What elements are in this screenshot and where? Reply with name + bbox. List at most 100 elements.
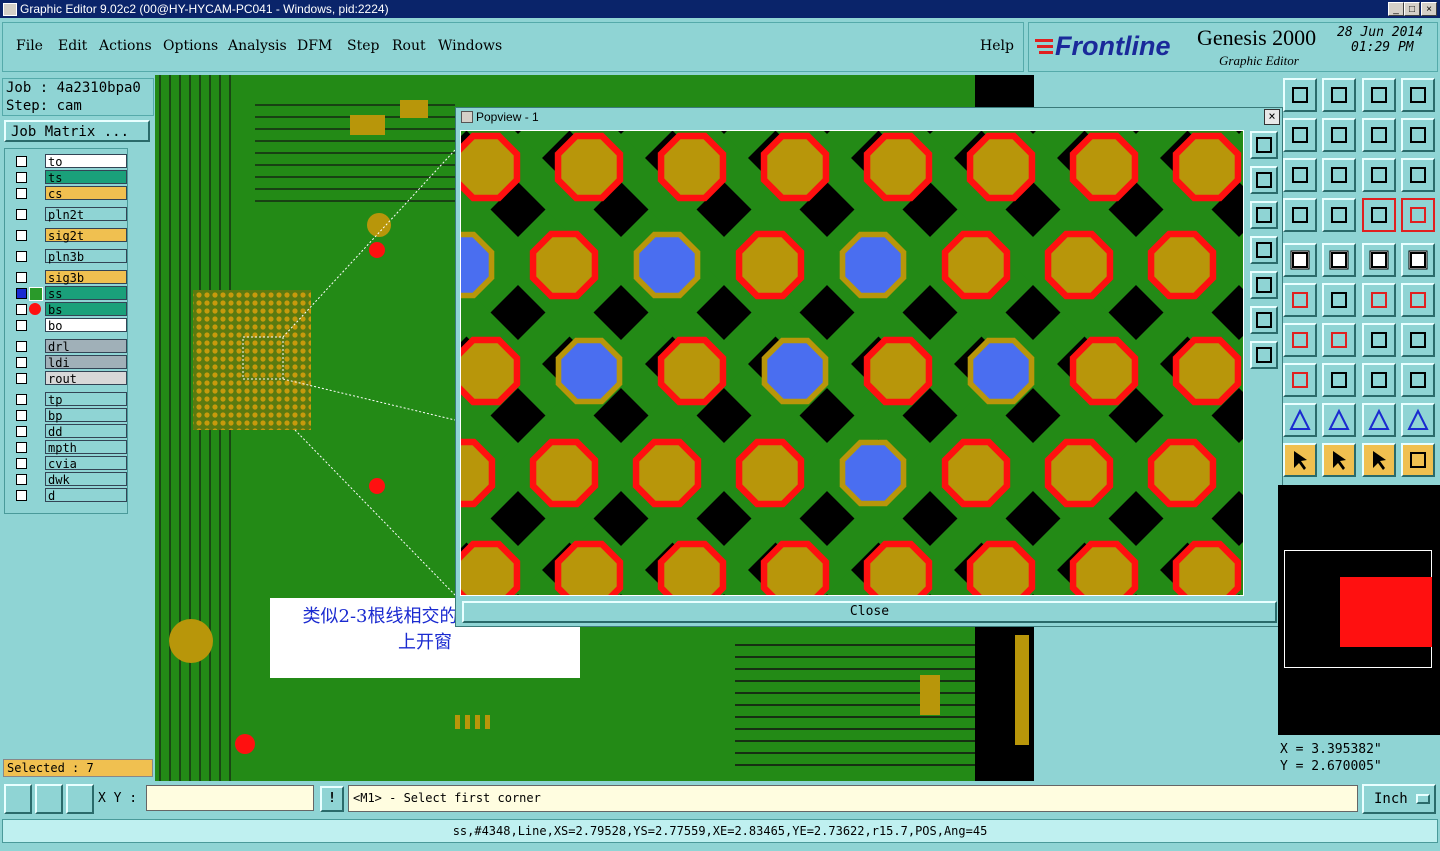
layer-checkbox[interactable] — [16, 373, 27, 384]
angle-icon[interactable] — [1283, 323, 1317, 357]
alert-icon[interactable]: ! — [320, 786, 344, 812]
gear-icon[interactable] — [1401, 363, 1435, 397]
ratio-icon[interactable] — [1362, 158, 1396, 192]
layer-name[interactable]: ts — [45, 170, 127, 185]
layer-checkbox[interactable] — [16, 188, 27, 199]
tri4-icon[interactable] — [1401, 403, 1435, 437]
layer-checkbox[interactable] — [16, 341, 27, 352]
layer-name[interactable]: cvia — [45, 456, 127, 471]
zoom-icon[interactable] — [1322, 78, 1356, 112]
popview-close-icon[interactable]: × — [1264, 109, 1280, 125]
layer-checkbox[interactable] — [16, 426, 27, 437]
menu-actions[interactable]: Actions — [99, 38, 152, 54]
maximize-icon[interactable]: □ — [1404, 2, 1420, 16]
loop-icon[interactable] — [1401, 118, 1435, 152]
layer-checkbox[interactable] — [16, 458, 27, 469]
menu-analysis[interactable]: Analysis — [228, 38, 287, 54]
link-icon[interactable] — [1401, 443, 1435, 477]
house-icon[interactable] — [1362, 78, 1396, 112]
measure-angle-icon[interactable] — [35, 784, 63, 814]
layer-checkbox[interactable] — [16, 209, 27, 220]
layer-checkbox[interactable] — [16, 320, 27, 331]
layer-name[interactable]: ss — [45, 286, 127, 301]
layer-checkbox[interactable] — [16, 474, 27, 485]
zoom-box-icon[interactable] — [4, 784, 32, 814]
layer-name[interactable]: ldi — [45, 355, 127, 370]
grid-toggle-icon[interactable] — [66, 784, 94, 814]
frame-icon[interactable] — [1322, 118, 1356, 152]
layer-checkbox[interactable] — [16, 172, 27, 183]
layer-name[interactable]: pln2t — [45, 207, 127, 222]
arrow-icon[interactable] — [1362, 283, 1396, 317]
layer-name[interactable]: bo — [45, 318, 127, 333]
arc-icon[interactable] — [1362, 323, 1396, 357]
edit-icon[interactable] — [1322, 243, 1356, 277]
pointer-icon[interactable] — [1283, 443, 1317, 477]
center-view-icon[interactable] — [1250, 341, 1278, 369]
layer-checkbox[interactable] — [16, 490, 27, 501]
grid-icon[interactable] — [1322, 198, 1356, 232]
tri-icon[interactable] — [1283, 403, 1317, 437]
arrow2-icon[interactable] — [1401, 283, 1435, 317]
layer-checkbox[interactable] — [16, 357, 27, 368]
stretch-icon[interactable] — [1362, 363, 1396, 397]
layer-checkbox[interactable] — [16, 272, 27, 283]
pan-icon[interactable] — [1322, 158, 1356, 192]
minimize-icon[interactable]: _ — [1388, 2, 1404, 16]
menu-options[interactable]: Options — [163, 38, 218, 54]
overview-map[interactable] — [1278, 485, 1440, 735]
minus-icon[interactable] — [1322, 363, 1356, 397]
layer-checkbox[interactable] — [16, 156, 27, 167]
select-icon[interactable] — [1283, 118, 1317, 152]
job-matrix-button[interactable]: Job Matrix ... — [4, 120, 150, 142]
layer-checkbox[interactable] — [16, 251, 27, 262]
layer-checkbox[interactable] — [16, 288, 27, 299]
snap-icon[interactable] — [1362, 198, 1396, 232]
layer-name[interactable]: pln3b — [45, 249, 127, 264]
close-icon[interactable]: × — [1421, 2, 1437, 16]
camera-icon[interactable] — [1283, 243, 1317, 277]
layer-name[interactable]: dwk — [45, 472, 127, 487]
layer-checkbox[interactable] — [16, 410, 27, 421]
snap-red-icon[interactable] — [1401, 198, 1435, 232]
flip-icon[interactable] — [1362, 118, 1396, 152]
split-icon[interactable] — [1401, 323, 1435, 357]
xy-input[interactable] — [146, 785, 314, 811]
layer-name[interactable]: mpth — [45, 440, 127, 455]
zoom-window-icon[interactable] — [1250, 131, 1278, 159]
target-icon[interactable] — [1401, 243, 1435, 277]
ruler-icon[interactable] — [1362, 243, 1396, 277]
tri3-icon[interactable] — [1362, 403, 1396, 437]
pointer2-icon[interactable] — [1322, 443, 1356, 477]
tri2-icon[interactable] — [1322, 403, 1356, 437]
layer-checkbox[interactable] — [16, 442, 27, 453]
menu-help[interactable]: Help — [980, 38, 1014, 54]
cross-icon[interactable] — [1322, 283, 1356, 317]
pointer3-icon[interactable] — [1362, 443, 1396, 477]
zoom-in-icon[interactable] — [1250, 201, 1278, 229]
menu-dfm[interactable]: DFM — [297, 38, 332, 54]
layer-checkbox[interactable] — [16, 230, 27, 241]
line-icon[interactable] — [1322, 323, 1356, 357]
pad-icon[interactable] — [1283, 363, 1317, 397]
window-icon[interactable] — [1401, 78, 1435, 112]
pan-right-icon[interactable] — [1250, 271, 1278, 299]
popview-canvas[interactable] — [460, 130, 1244, 596]
menu-rout[interactable]: Rout — [392, 38, 426, 54]
help-icon[interactable] — [1401, 158, 1435, 192]
layer-name[interactable]: d — [45, 488, 127, 503]
layer-checkbox[interactable] — [16, 394, 27, 405]
layer-name[interactable]: dd — [45, 424, 127, 439]
popview-close-button[interactable]: Close — [462, 601, 1277, 623]
layer-name[interactable]: cs — [45, 186, 127, 201]
zoom-out-icon[interactable] — [1250, 236, 1278, 264]
layer-name[interactable]: to — [45, 154, 127, 169]
layer-name[interactable]: sig3b — [45, 270, 127, 285]
layer-name[interactable]: bs — [45, 302, 127, 317]
layer-checkbox[interactable] — [16, 304, 27, 315]
units-selector[interactable]: Inch — [1362, 784, 1436, 814]
menu-windows[interactable]: Windows — [438, 38, 502, 54]
menu-file[interactable]: File — [16, 38, 43, 54]
layer-name[interactable]: bp — [45, 408, 127, 423]
menu-step[interactable]: Step — [347, 38, 379, 54]
